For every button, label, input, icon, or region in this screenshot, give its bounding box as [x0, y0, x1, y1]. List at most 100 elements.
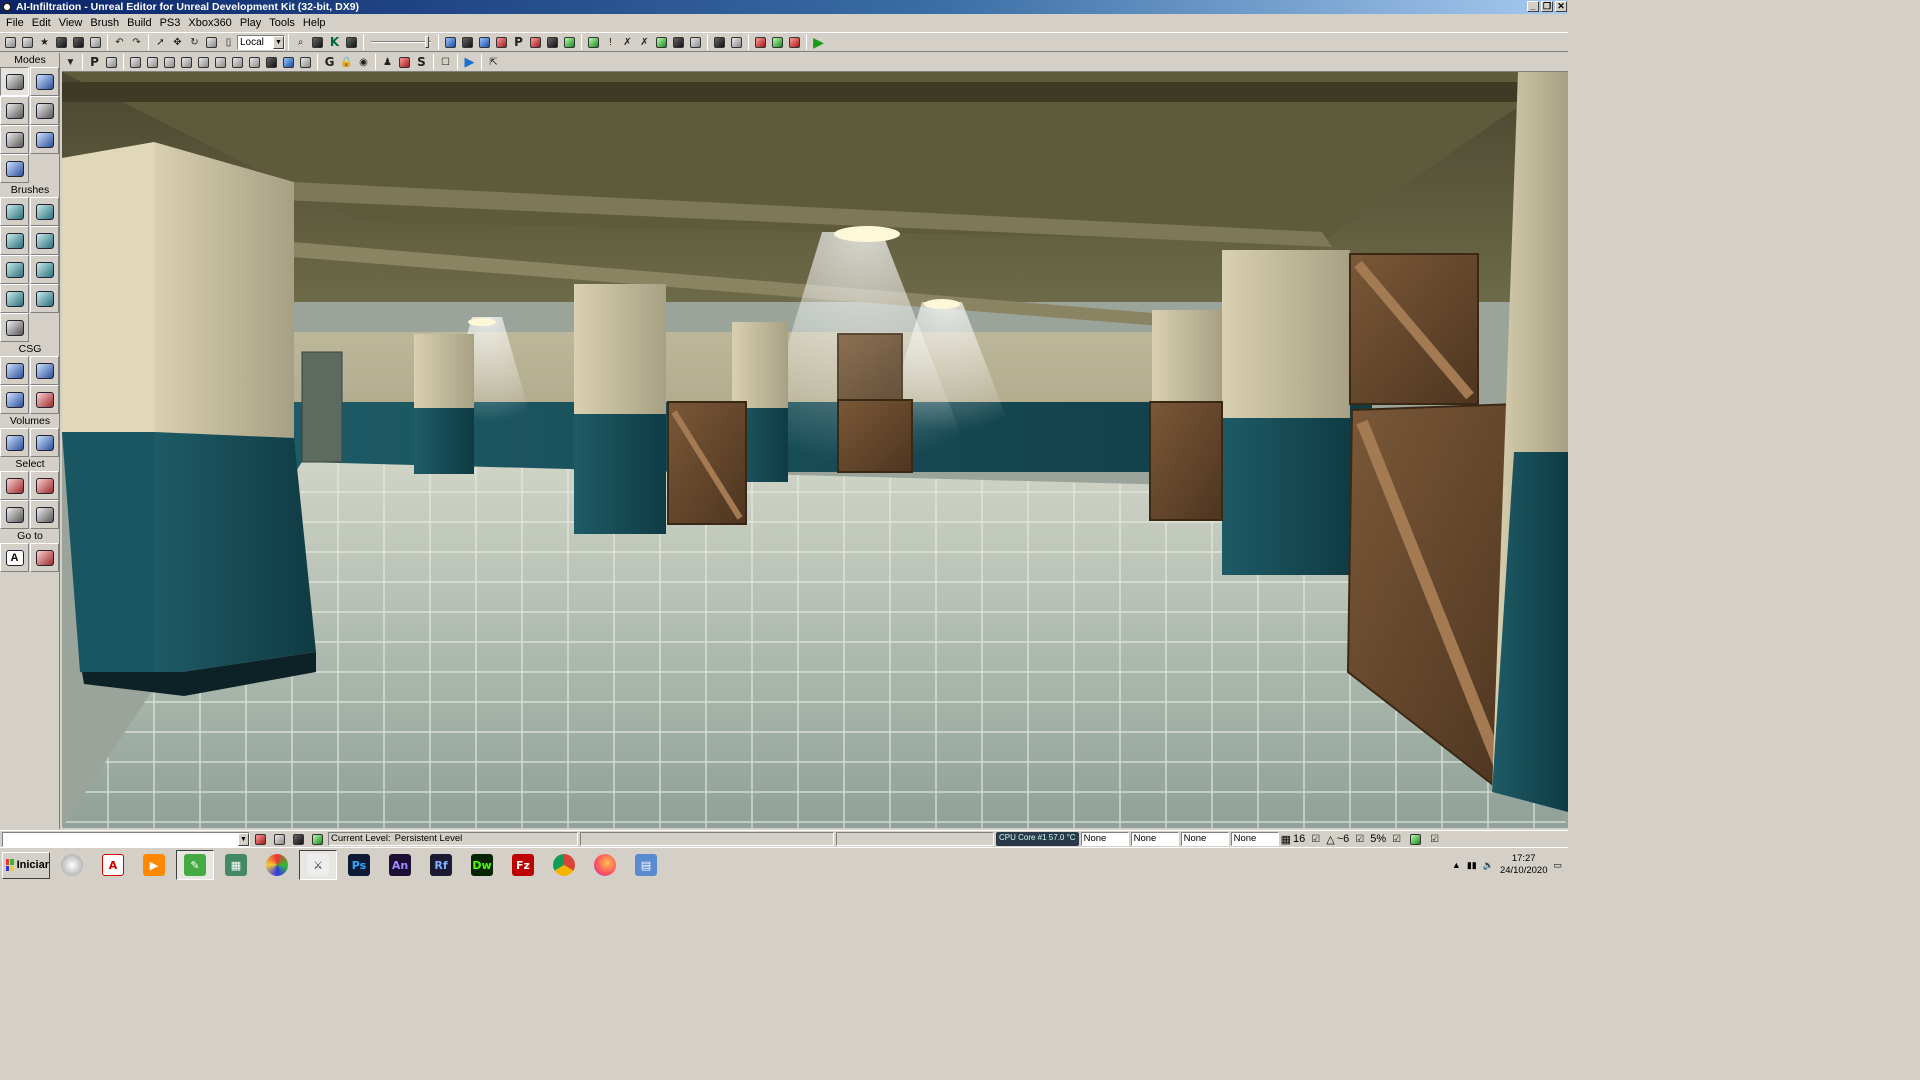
snap-field-2[interactable]: None	[1130, 832, 1179, 846]
restore-button[interactable]: ❐	[1541, 1, 1553, 12]
viewport-options-icon[interactable]: ▼	[62, 54, 79, 71]
taskbar-app-unreal[interactable]: ⚔	[299, 850, 337, 880]
menu-file[interactable]: File	[2, 17, 28, 29]
brush-wireframe-icon[interactable]	[127, 54, 144, 71]
clock[interactable]: 17:27 24/10/2020	[1500, 853, 1548, 877]
menu-build[interactable]: Build	[123, 17, 155, 29]
submit-icon[interactable]	[711, 34, 728, 51]
menu-edit[interactable]: Edit	[28, 17, 55, 29]
cylinder-brush-button[interactable]	[30, 226, 59, 255]
autosave-icon[interactable]	[1407, 831, 1424, 848]
taskbar-app-chrome[interactable]	[545, 850, 583, 880]
tear-off-icon[interactable]: ⇱	[485, 54, 502, 71]
cone-brush-button[interactable]	[30, 197, 59, 226]
lighting-info-icon[interactable]	[585, 34, 602, 51]
csg-add-button[interactable]	[0, 356, 29, 385]
menu-xbox360[interactable]: Xbox360	[184, 17, 235, 29]
camera-icon[interactable]: ♟	[379, 54, 396, 71]
mesh-paint-mode-button[interactable]	[30, 96, 59, 125]
new-icon[interactable]	[2, 34, 19, 51]
notification-icon[interactable]: ▭	[1553, 860, 1562, 871]
wireframe-icon[interactable]	[144, 54, 161, 71]
lit-icon[interactable]	[178, 54, 195, 71]
menu-brush[interactable]: Brush	[86, 17, 123, 29]
show-all-button[interactable]	[30, 500, 59, 529]
play-viewport-icon[interactable]: ▶	[461, 54, 478, 71]
show-flags-icon[interactable]: ◉	[355, 54, 372, 71]
coordinate-system-select[interactable]: Local ▼	[237, 34, 285, 50]
swarm-icon[interactable]	[544, 34, 561, 51]
snap-field-1[interactable]: None	[1080, 832, 1129, 846]
perspective-viewport[interactable]: ⇱	[62, 72, 1568, 828]
undo-icon[interactable]: ↶	[111, 34, 128, 51]
grid-size[interactable]: 16	[1293, 833, 1305, 845]
game-view-icon[interactable]: G	[321, 54, 338, 71]
menu-play[interactable]: Play	[236, 17, 265, 29]
menu-help[interactable]: Help	[299, 17, 330, 29]
lightmap-density-icon[interactable]	[280, 54, 297, 71]
perspective-icon[interactable]	[103, 54, 120, 71]
stream-icon[interactable]	[653, 34, 670, 51]
minimize-button[interactable]: _	[1527, 1, 1539, 12]
select-icon[interactable]: ➚	[152, 34, 169, 51]
map-check-icon[interactable]: ✗	[619, 34, 636, 51]
stats-icon[interactable]: S	[413, 54, 430, 71]
play-console-icon[interactable]	[561, 34, 578, 51]
menu-ps3[interactable]: PS3	[156, 17, 185, 29]
sheet-brush-button[interactable]	[30, 255, 59, 284]
brush-slider[interactable]	[371, 36, 431, 48]
rotation-toggle-icon[interactable]: ☑	[1351, 831, 1368, 848]
taskbar-app-1[interactable]	[53, 850, 91, 880]
show-selected-button[interactable]	[0, 471, 29, 500]
volumetric-brush-button[interactable]	[0, 313, 29, 342]
stop-icon[interactable]	[252, 831, 269, 848]
taskbar-app-photoshop[interactable]: Ps	[340, 850, 378, 880]
actor-icon[interactable]	[396, 54, 413, 71]
network-icon[interactable]: ▮▮	[1467, 860, 1477, 871]
taskbar-app-5[interactable]: ▦	[217, 850, 255, 880]
geometry-mode-button[interactable]	[30, 67, 59, 96]
rotation-snap[interactable]: ~6	[1337, 833, 1350, 845]
taskbar-app-dreamweaver[interactable]: Dw	[463, 850, 501, 880]
texture-align-mode-button[interactable]	[0, 125, 29, 154]
cook-icon[interactable]: ✗	[636, 34, 653, 51]
find-icon[interactable]: ⌕	[292, 34, 309, 51]
spiral-stair-brush-button[interactable]	[0, 284, 29, 313]
shader-complexity-icon[interactable]	[263, 54, 280, 71]
snap-field-4[interactable]: None	[1230, 832, 1279, 846]
linear-stair-brush-button[interactable]	[0, 255, 29, 284]
taskbar-app-3[interactable]: ▶	[135, 850, 173, 880]
maximize-icon[interactable]: ☐	[437, 54, 454, 71]
favorite-icon[interactable]: ★	[36, 34, 53, 51]
save-current-icon[interactable]	[87, 34, 104, 51]
build-cover-icon[interactable]	[493, 34, 510, 51]
terrain-mode-button[interactable]	[0, 96, 29, 125]
scale-toggle-icon[interactable]: ☑	[1388, 831, 1405, 848]
snap-field-3[interactable]: None	[1180, 832, 1229, 846]
close-button[interactable]: ✕	[1555, 1, 1567, 12]
curved-stair-brush-button[interactable]	[0, 226, 29, 255]
lighting-quality-icon[interactable]	[527, 34, 544, 51]
command-input[interactable]: ▼	[2, 831, 250, 847]
realtime-icon[interactable]: P	[86, 54, 103, 71]
build-paths-icon[interactable]	[476, 34, 493, 51]
open-icon[interactable]	[19, 34, 36, 51]
lighting-only-icon[interactable]	[212, 54, 229, 71]
mobile-icon[interactable]	[728, 34, 745, 51]
add-volume-button[interactable]	[0, 428, 29, 457]
light-complexity-icon[interactable]	[229, 54, 246, 71]
redo-icon[interactable]: ↷	[128, 34, 145, 51]
menu-tools[interactable]: Tools	[265, 17, 299, 29]
hide-selected-button[interactable]	[30, 471, 59, 500]
settings-icon[interactable]	[786, 34, 803, 51]
camera-mode-button[interactable]	[0, 67, 29, 96]
screenshot-icon[interactable]	[769, 34, 786, 51]
cube-brush-button[interactable]	[0, 197, 29, 226]
menu-view[interactable]: View	[55, 17, 87, 29]
taskbar-app-filezilla[interactable]: Fz	[504, 850, 542, 880]
csg-deintersect-button[interactable]	[30, 385, 59, 414]
sentinel-icon[interactable]: !	[602, 34, 619, 51]
kismet-icon[interactable]: K	[326, 34, 343, 51]
translate-icon[interactable]: ✥	[169, 34, 186, 51]
taskbar-app-rf[interactable]: Rf	[422, 850, 460, 880]
